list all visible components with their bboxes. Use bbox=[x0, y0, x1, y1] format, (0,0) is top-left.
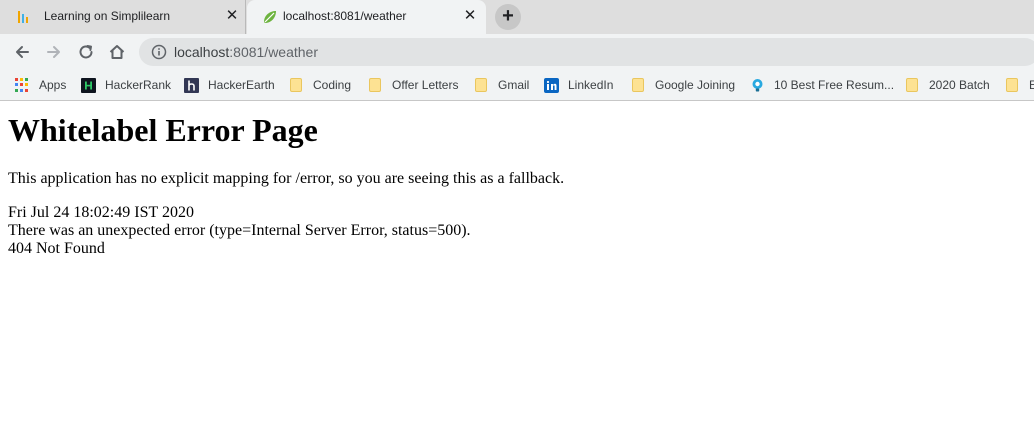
plus-icon: + bbox=[502, 5, 514, 27]
bookmark-resume[interactable]: 10 Best Free Resum... bbox=[750, 76, 894, 94]
folder-icon bbox=[369, 78, 381, 92]
bookmark-e[interactable]: E bbox=[1004, 76, 1034, 94]
tab-title: Learning on Simplilearn bbox=[44, 9, 171, 23]
bookmark-hackerearth[interactable]: HackerEarth bbox=[184, 76, 275, 94]
home-button[interactable] bbox=[105, 40, 129, 64]
browser-toolbar: localhost:8081/weather bbox=[0, 34, 1034, 70]
info-icon[interactable] bbox=[151, 44, 167, 60]
bookmarks-bar: Apps HackerRank HackerEarth Coding Offer… bbox=[0, 70, 1034, 101]
home-icon bbox=[109, 45, 125, 59]
reload-button[interactable] bbox=[74, 40, 98, 64]
back-button[interactable] bbox=[10, 40, 34, 64]
bookmark-label: Apps bbox=[39, 78, 67, 92]
close-tab-icon[interactable]: ✕ bbox=[223, 7, 241, 25]
hackerearth-icon bbox=[184, 77, 199, 93]
error-details: There was an unexpected error (type=Inte… bbox=[8, 222, 471, 239]
tab-localhost-weather[interactable]: localhost:8081/weather ✕ bbox=[247, 0, 486, 34]
page-title: Whitelabel Error Page bbox=[8, 112, 318, 148]
error-description: This application has no explicit mapping… bbox=[8, 170, 565, 187]
forward-arrow-icon bbox=[47, 46, 60, 58]
bookmark-label: 2020 Batch bbox=[929, 78, 990, 92]
address-bar[interactable]: localhost:8081/weather bbox=[139, 38, 1034, 66]
bookmark-google-joining[interactable]: Google Joining bbox=[630, 76, 735, 94]
url-text[interactable]: localhost:8081/weather bbox=[174, 44, 318, 60]
hackerrank-icon bbox=[81, 77, 96, 93]
spring-leaf-icon bbox=[262, 9, 278, 25]
new-tab-button[interactable]: + bbox=[495, 4, 521, 30]
bookmark-label: E bbox=[1029, 78, 1034, 92]
bookmark-linkedin[interactable]: LinkedIn bbox=[544, 76, 613, 94]
lightbulb-icon bbox=[750, 78, 765, 93]
bookmark-gmail[interactable]: Gmail bbox=[473, 76, 529, 94]
folder-icon bbox=[632, 78, 644, 92]
url-host: localhost bbox=[174, 44, 230, 60]
bookmark-label: Coding bbox=[313, 78, 352, 92]
tab-simplilearn[interactable]: Learning on Simplilearn ✕ bbox=[0, 0, 246, 34]
folder-icon bbox=[290, 78, 302, 92]
folder-icon bbox=[906, 78, 918, 92]
bookmark-2020-batch[interactable]: 2020 Batch bbox=[904, 76, 990, 94]
bookmark-label: HackerEarth bbox=[208, 78, 275, 92]
apps-grid-icon bbox=[15, 77, 30, 93]
bookmark-label: Google Joining bbox=[655, 78, 736, 92]
bookmark-label: 10 Best Free Resum... bbox=[774, 78, 895, 92]
linkedin-icon bbox=[544, 77, 559, 93]
folder-icon bbox=[1006, 78, 1018, 92]
close-tab-icon[interactable]: ✕ bbox=[461, 7, 479, 25]
bookmark-coding[interactable]: Coding bbox=[288, 76, 351, 94]
url-path: :8081/weather bbox=[229, 44, 318, 60]
bookmark-hackerrank[interactable]: HackerRank bbox=[81, 76, 171, 94]
error-message: 404 Not Found bbox=[8, 240, 105, 257]
bookmark-offer-letters[interactable]: Offer Letters bbox=[367, 76, 458, 94]
bookmark-apps[interactable]: Apps bbox=[15, 76, 66, 94]
bookmark-label: HackerRank bbox=[105, 78, 172, 92]
page-content: Whitelabel Error Page This application h… bbox=[0, 101, 1034, 442]
folder-icon bbox=[475, 78, 487, 92]
simplilearn-icon bbox=[15, 9, 31, 25]
error-timestamp: Fri Jul 24 18:02:49 IST 2020 bbox=[8, 204, 194, 221]
reload-icon bbox=[79, 45, 93, 59]
forward-button[interactable] bbox=[42, 40, 66, 64]
tab-strip: Learning on Simplilearn ✕ localhost:8081… bbox=[0, 0, 1034, 34]
bookmark-label: Gmail bbox=[498, 78, 530, 92]
bookmark-label: LinkedIn bbox=[568, 78, 614, 92]
bookmark-label: Offer Letters bbox=[392, 78, 459, 92]
back-arrow-icon bbox=[16, 46, 29, 58]
tab-title: localhost:8081/weather bbox=[283, 9, 407, 23]
